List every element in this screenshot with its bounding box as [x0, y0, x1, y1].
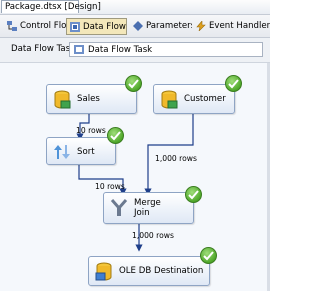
document-tab[interactable]: Package.dtsx [Design] — [1, 0, 101, 13]
merge-join-icon — [110, 199, 128, 216]
tab-control-flow[interactable]: Control Flow — [4, 18, 66, 35]
component-customer[interactable]: Customer — [153, 84, 235, 114]
status-ok-icon — [125, 75, 142, 92]
component-merge-join[interactable]: Merge Join — [103, 192, 194, 224]
database-icon — [95, 262, 112, 281]
row-count-customer-merge: 1,000 rows — [155, 154, 197, 163]
data-flow-task-icon — [74, 45, 84, 54]
control-flow-icon — [7, 21, 17, 31]
tab-data-flow-label: Data Flow — [83, 22, 126, 32]
tab-parameters[interactable]: Parameters — [130, 18, 192, 35]
component-merge-join-label-2: Join — [134, 208, 150, 218]
component-merge-join-label-1: Merge — [134, 198, 161, 208]
tab-event-handlers-label: Event Handlers — [209, 21, 270, 31]
component-ole-db-destination-label: OLE DB Destination — [119, 266, 204, 276]
row-count-sort-merge: 10 rows — [95, 182, 125, 191]
data-flow-task-label: Data Flow Task: — [11, 44, 79, 54]
event-handlers-icon — [196, 21, 206, 31]
database-icon — [54, 90, 71, 109]
vertical-scrollbar[interactable] — [267, 63, 270, 291]
document-tab-strip: Package.dtsx [Design] — [0, 0, 270, 15]
tab-event-handlers[interactable]: Event Handlers — [193, 18, 270, 35]
data-flow-task-bar: Data Flow Task: Data Flow Task — [0, 38, 270, 63]
designer-tab-bar: Control Flow Data Flow Parameters Event … — [0, 15, 270, 38]
tab-parameters-label: Parameters — [146, 21, 192, 31]
component-sort[interactable]: Sort — [46, 137, 116, 165]
data-flow-task-value: Data Flow Task — [88, 45, 153, 55]
tab-data-flow[interactable]: Data Flow — [66, 18, 127, 35]
sort-icon — [54, 145, 70, 159]
ssis-designer-window: Package.dtsx [Design] Control Flow Data … — [0, 0, 270, 291]
status-ok-icon — [107, 127, 124, 144]
row-count-sales-sort: 10 rows — [76, 126, 106, 135]
component-sales[interactable]: Sales — [46, 84, 137, 114]
component-sort-label: Sort — [77, 147, 95, 157]
data-flow-icon — [70, 22, 80, 32]
row-count-merge-destination: 1,000 rows — [132, 231, 174, 240]
component-sales-label: Sales — [77, 94, 100, 104]
component-customer-label: Customer — [184, 94, 226, 104]
status-ok-icon — [185, 186, 202, 203]
status-ok-icon — [225, 75, 242, 92]
parameters-icon — [133, 21, 143, 31]
status-ok-icon — [200, 247, 217, 264]
data-flow-task-select[interactable]: Data Flow Task — [69, 42, 263, 57]
path-customer-to-merge[interactable] — [144, 114, 194, 196]
database-icon — [161, 90, 178, 109]
tab-control-flow-label: Control Flow — [20, 21, 66, 31]
design-surface[interactable]: Sales Customer Sort Merge Join OLE DB De… — [0, 63, 267, 291]
component-ole-db-destination[interactable]: OLE DB Destination — [88, 256, 210, 286]
